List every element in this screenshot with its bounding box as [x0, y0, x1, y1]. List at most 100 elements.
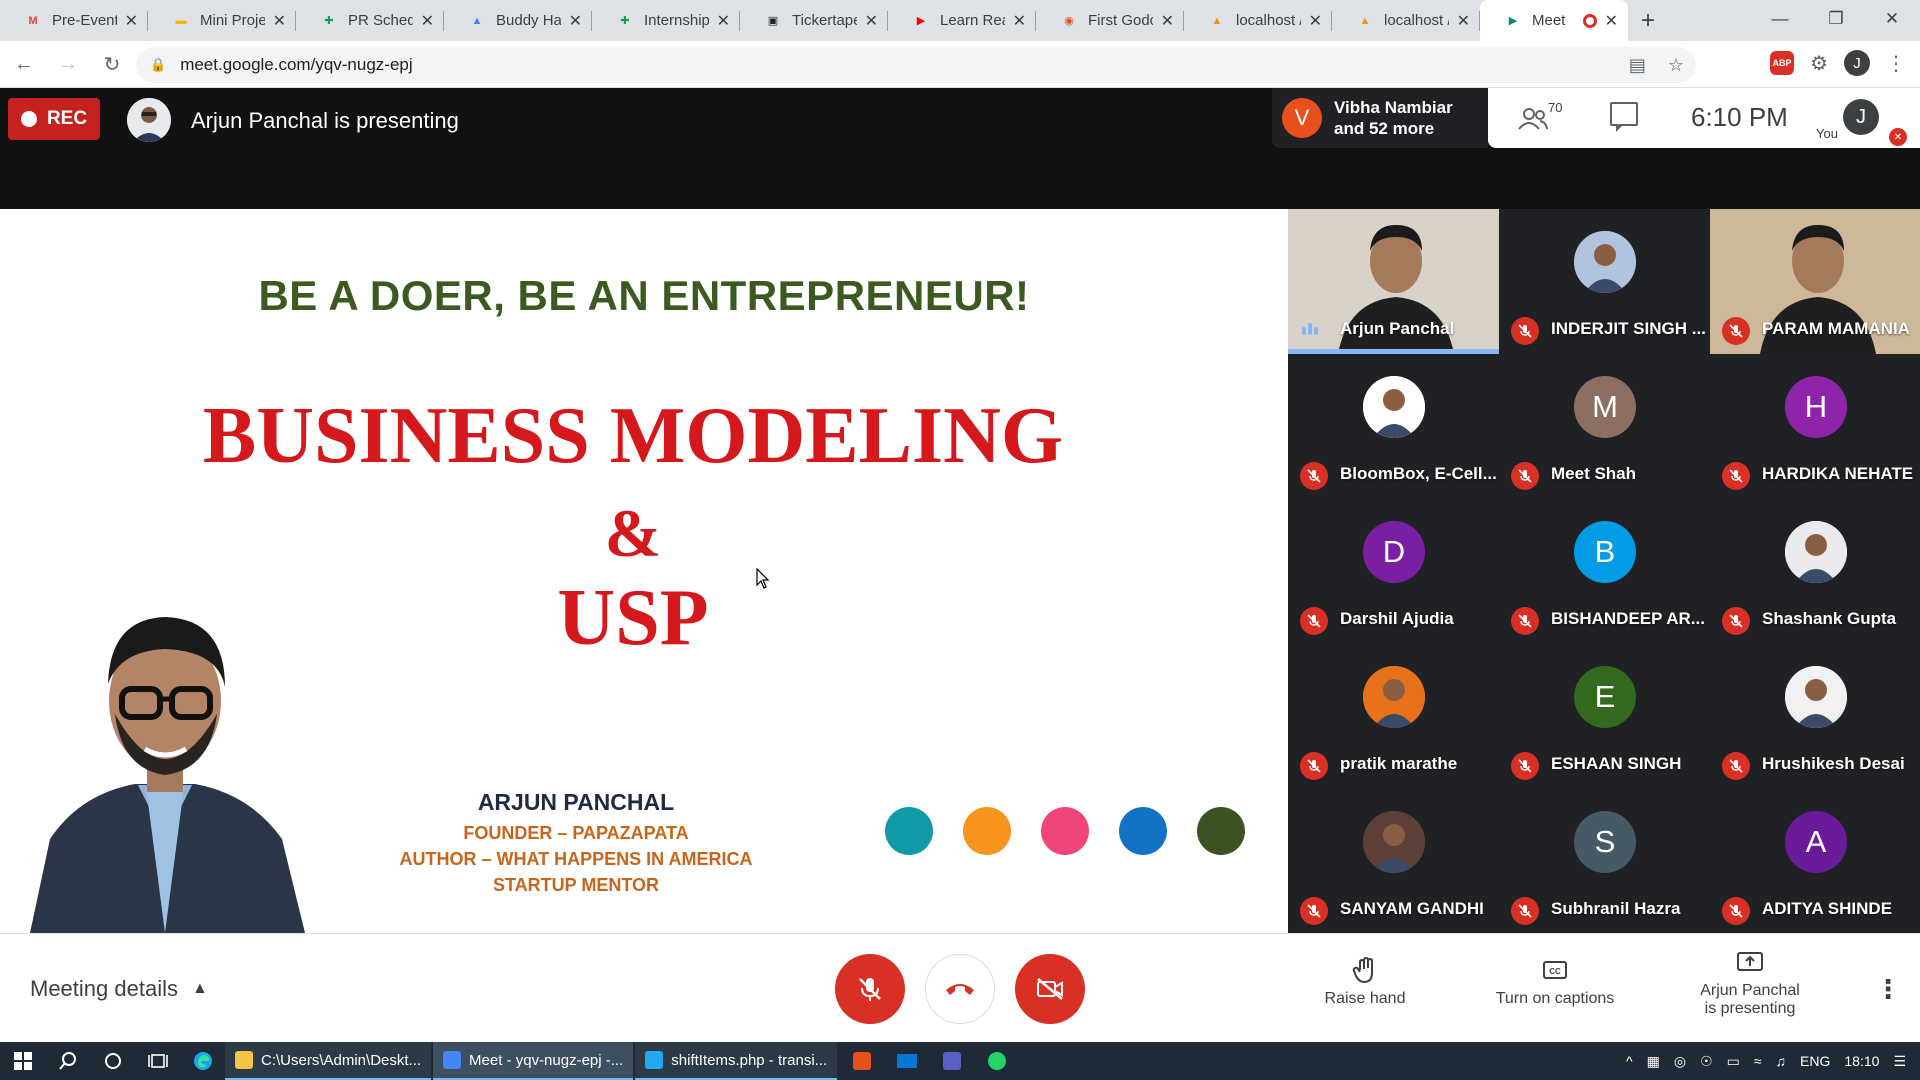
bookmark-star-icon[interactable]: ☆	[1668, 55, 1684, 76]
camera-permission-icon[interactable]: ▤	[1629, 55, 1646, 76]
participant-tile[interactable]: BloomBox, E-Cell...	[1288, 354, 1499, 499]
close-tab-icon[interactable]: ✕	[717, 11, 730, 31]
maximize-button[interactable]: ❐	[1808, 0, 1864, 38]
captions-button[interactable]: CC Turn on captions	[1480, 956, 1630, 1008]
browser-tab[interactable]: ✚ PR Schedu ✕	[296, 0, 444, 41]
close-tab-icon[interactable]: ✕	[1605, 11, 1618, 31]
participant-name: ADITYA SHINDE	[1762, 899, 1893, 918]
participant-tile[interactable]: E ESHAAN SINGH	[1499, 644, 1710, 789]
taskbar-app-label: Meet - yqv-nugz-epj -...	[469, 1051, 624, 1069]
browser-menu-icon[interactable]: ⋮	[1886, 51, 1906, 76]
chat-icon[interactable]	[1610, 102, 1638, 132]
tray-mic-icon[interactable]: ◎	[1674, 1053, 1686, 1070]
microphone-toggle-button[interactable]	[835, 954, 905, 1024]
browser-tab[interactable]: ▬ Mini Proje ✕	[148, 0, 296, 41]
back-button[interactable]: ←	[4, 46, 44, 82]
close-tab-icon[interactable]: ✕	[1013, 11, 1026, 31]
cortana-icon[interactable]	[90, 1042, 135, 1080]
profile-avatar[interactable]: J	[1844, 50, 1870, 76]
participant-tile[interactable]: pratik marathe	[1288, 644, 1499, 789]
search-icon[interactable]	[45, 1042, 90, 1080]
taskbar-app[interactable]: shiftItems.php - transi...	[635, 1042, 838, 1080]
leave-call-button[interactable]	[925, 954, 995, 1024]
meeting-details-button[interactable]: Meeting details ▲	[30, 976, 208, 1002]
camera-toggle-button[interactable]	[1015, 954, 1085, 1024]
participant-name: BloomBox, E-Cell...	[1340, 464, 1497, 483]
tray-people-icon[interactable]: ☉	[1700, 1053, 1713, 1070]
participant-tile[interactable]: M Meet Shah	[1499, 354, 1710, 499]
reload-button[interactable]: ↻	[92, 46, 132, 82]
participant-tile[interactable]: Arjun Panchal	[1288, 209, 1499, 354]
windows-start-icon[interactable]	[0, 1042, 45, 1080]
browser-tab[interactable]: ▲ localhost / ✕	[1332, 0, 1480, 41]
close-tab-icon[interactable]: ✕	[865, 11, 878, 31]
participant-tile[interactable]: A ADITYA SHINDE	[1710, 789, 1920, 934]
participant-tile[interactable]: Hrushikesh Desai	[1710, 644, 1920, 789]
meeting-controls: Meeting details ▲ Raise hand CC Turn on …	[0, 933, 1920, 1042]
language-indicator[interactable]: ENG	[1800, 1053, 1830, 1069]
tab-title: PR Schedu	[348, 12, 413, 29]
participant-tile[interactable]: H HARDIKA NEHATE	[1710, 354, 1920, 499]
forward-button[interactable]: →	[48, 46, 88, 82]
wifi-icon[interactable]: ≈	[1754, 1053, 1762, 1069]
chevron-up-icon: ▲	[191, 980, 208, 997]
tab-title: Learn Rea	[940, 12, 1005, 29]
raise-hand-button[interactable]: Raise hand	[1320, 956, 1410, 1008]
participant-avatar	[1785, 521, 1847, 583]
participant-tile[interactable]: B BISHANDEEP AR...	[1499, 499, 1710, 644]
presenter-avatar	[127, 98, 171, 142]
participant-tile[interactable]: INDERJIT SINGH ...	[1499, 209, 1710, 354]
taskbar-app[interactable]: C:\Users\Admin\Deskt...	[225, 1042, 432, 1080]
godot-taskbar-icon[interactable]	[839, 1042, 884, 1080]
teams-taskbar-icon[interactable]	[929, 1042, 974, 1080]
browser-tab[interactable]: ▶ Learn Rea ✕	[888, 0, 1036, 41]
tab-title: localhost /	[1236, 12, 1301, 29]
task-view-icon[interactable]	[135, 1042, 180, 1080]
participant-tile[interactable]: D Darshil Ajudia	[1288, 499, 1499, 644]
tab-title: localhost /	[1384, 12, 1449, 29]
close-tab-icon[interactable]: ✕	[569, 11, 582, 31]
participant-tile[interactable]: Shashank Gupta	[1710, 499, 1920, 644]
notifications-icon[interactable]: ☰	[1893, 1053, 1906, 1070]
participant-tile[interactable]: SANYAM GANDHI	[1288, 789, 1499, 934]
system-clock[interactable]: 18:10	[1844, 1053, 1879, 1069]
minimize-button[interactable]: —	[1752, 0, 1808, 38]
close-tab-icon[interactable]: ✕	[1161, 11, 1174, 31]
address-bar[interactable]: 🔒 meet.google.com/yqv-nugz-epj ▤ ☆	[136, 47, 1696, 83]
participant-name: PARAM MAMANIA	[1762, 319, 1910, 338]
muted-mic-icon	[1722, 897, 1750, 925]
participant-tile[interactable]: S Subhranil Hazra	[1499, 789, 1710, 934]
close-tab-icon[interactable]: ✕	[125, 11, 138, 31]
browser-tab[interactable]: ▶ Meet ✕	[1480, 0, 1628, 41]
browser-tab[interactable]: ✚ Internship ✕	[592, 0, 740, 41]
battery-icon[interactable]: ▭	[1727, 1053, 1740, 1070]
participants-preview[interactable]: V Vibha Nambiar and 52 more	[1272, 88, 1488, 148]
volume-icon[interactable]: ♫	[1776, 1053, 1787, 1069]
tray-expand-icon[interactable]: ^	[1626, 1053, 1633, 1069]
participant-name: INDERJIT SINGH ...	[1551, 319, 1706, 338]
presentation-status-button[interactable]: Arjun Panchal is presenting	[1680, 948, 1820, 1018]
browser-tab[interactable]: ◉ First Godc ✕	[1036, 0, 1184, 41]
browser-tab[interactable]: ▲ localhost / ✕	[1184, 0, 1332, 41]
browser-tab[interactable]: ▲ Buddy Ha ✕	[444, 0, 592, 41]
new-tab-button[interactable]: +	[1628, 0, 1668, 41]
close-tab-icon[interactable]: ✕	[421, 11, 434, 31]
people-button[interactable]: 70	[1518, 100, 1562, 133]
close-tab-icon[interactable]: ✕	[1309, 11, 1322, 31]
tray-app-icon[interactable]: ▦	[1647, 1053, 1660, 1070]
extensions-icon[interactable]: ⚙	[1810, 51, 1828, 76]
close-window-button[interactable]: ✕	[1864, 0, 1920, 38]
taskbar-app[interactable]: Meet - yqv-nugz-epj -...	[433, 1042, 634, 1080]
slide-color-dot	[1119, 807, 1167, 855]
browser-tab[interactable]: ▣ Tickertape ✕	[740, 0, 888, 41]
whatsapp-taskbar-icon[interactable]	[974, 1042, 1019, 1080]
participant-tile[interactable]: PARAM MAMANIA	[1710, 209, 1920, 354]
adblock-icon[interactable]: ABP	[1770, 51, 1795, 75]
edge-icon[interactable]	[180, 1042, 225, 1080]
muted-mic-icon	[1300, 752, 1328, 780]
close-tab-icon[interactable]: ✕	[1457, 11, 1470, 31]
more-options-icon[interactable]: ⋮	[1875, 974, 1901, 1005]
browser-tab[interactable]: M Pre-Event ✕	[0, 0, 148, 41]
mail-taskbar-icon[interactable]	[884, 1042, 929, 1080]
close-tab-icon[interactable]: ✕	[273, 11, 286, 31]
